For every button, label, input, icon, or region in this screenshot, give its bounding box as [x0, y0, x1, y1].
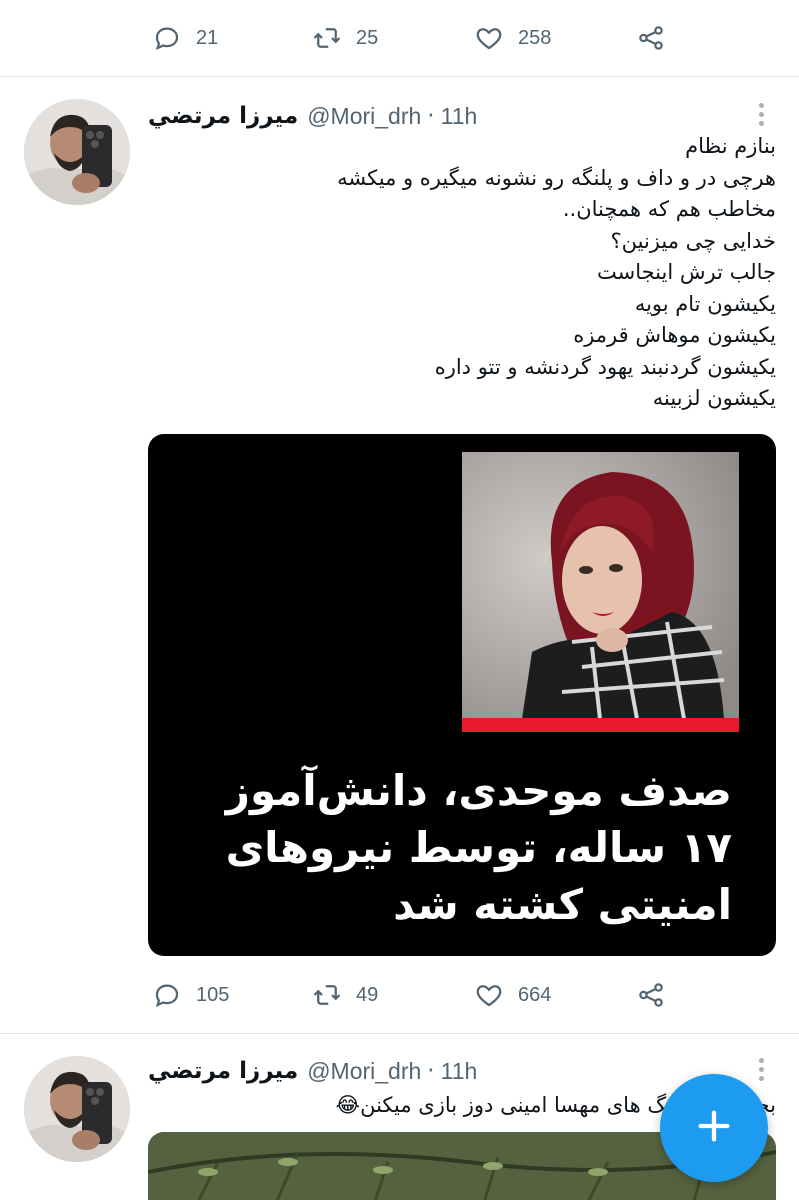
user-handle[interactable]: @Mori_drh	[307, 1058, 421, 1085]
like-button[interactable]: 258	[474, 18, 551, 58]
display-name[interactable]: میرزا مرتضي	[148, 1058, 298, 1084]
separator-dot: ·	[427, 103, 435, 129]
compose-button[interactable]	[660, 1074, 768, 1182]
retweet-button[interactable]: 49	[312, 975, 378, 1015]
separator-dot: ·	[427, 1058, 435, 1084]
share-icon	[636, 23, 666, 53]
avatar[interactable]	[24, 1056, 130, 1162]
avatar[interactable]	[24, 99, 130, 205]
reply-button[interactable]: 105	[152, 975, 229, 1015]
tweet: میرزا مرتضي @Mori_drh · 11h بنازم نظام ه…	[0, 77, 799, 1033]
tweet-action-bar: 105 49 664	[0, 975, 799, 1015]
tweet-header: میرزا مرتضي @Mori_drh · 11h	[148, 99, 477, 133]
share-button[interactable]	[636, 975, 666, 1015]
reply-icon	[152, 23, 182, 53]
tweet-header: میرزا مرتضي @Mori_drh · 11h	[148, 1054, 477, 1088]
reply-count: 21	[196, 26, 219, 49]
reply-icon	[152, 980, 182, 1010]
more-icon[interactable]	[752, 1052, 770, 1086]
retweet-count: 25	[356, 26, 379, 49]
share-button[interactable]	[636, 18, 666, 58]
share-icon	[636, 980, 666, 1010]
like-icon	[474, 23, 504, 53]
like-button[interactable]: 664	[474, 975, 551, 1015]
timestamp[interactable]: 11h	[441, 1058, 478, 1085]
display-name[interactable]: میرزا مرتضي	[148, 103, 298, 129]
more-icon[interactable]	[752, 97, 770, 131]
reply-count: 105	[196, 983, 230, 1006]
red-accent-bar	[462, 718, 739, 732]
retweet-count: 49	[356, 983, 379, 1006]
tweet-action-bar: 21 25 258	[0, 18, 799, 58]
retweet-icon	[312, 23, 342, 53]
image-caption: صدف موحدی، دانش‌آموز ۱۷ ساله، توسط نیروه…	[225, 766, 732, 929]
user-handle[interactable]: @Mori_drh	[307, 103, 421, 130]
like-icon	[474, 980, 504, 1010]
like-count: 258	[518, 26, 552, 49]
retweet-button[interactable]: 25	[312, 18, 378, 58]
tweet-media[interactable]: صدف موحدی، دانش‌آموز ۱۷ ساله، توسط نیروه…	[148, 434, 776, 956]
like-count: 664	[518, 983, 552, 1006]
reply-button[interactable]: 21	[152, 18, 218, 58]
portrait-photo	[462, 452, 739, 719]
timestamp[interactable]: 11h	[441, 103, 478, 130]
retweet-icon	[312, 980, 342, 1010]
compose-plus-icon	[694, 1106, 734, 1150]
tweet-text: بنازم نظام هرچی در و داف و پلنگه رو نشون…	[337, 134, 776, 410]
